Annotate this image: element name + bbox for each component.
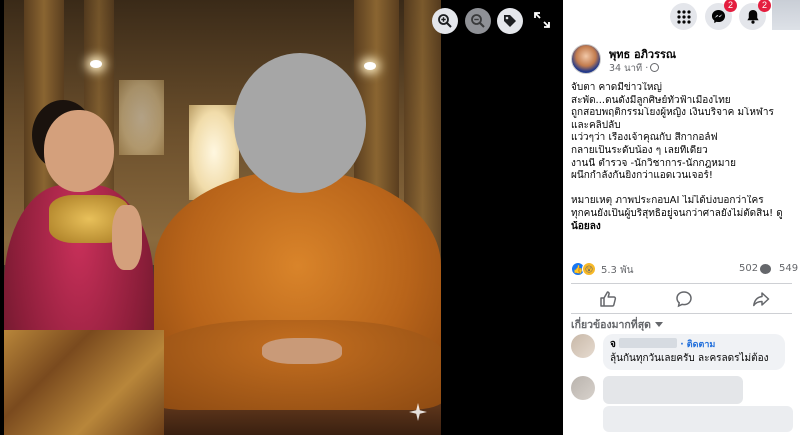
ceiling-lamp [90, 60, 102, 68]
blurred-comment [603, 376, 743, 404]
commenter-avatar[interactable] [571, 376, 595, 400]
bell-icon [746, 9, 759, 24]
divider [571, 283, 792, 284]
magnifier-minus-icon [471, 14, 485, 28]
comment-bubble: จ · ติดตาม ลุ้นกันทุกวันเลยครับ ละครลดรไ… [603, 334, 785, 370]
messenger-button[interactable]: 2 [705, 0, 737, 30]
comment-sort-label: เกี่ยวข้องมากที่สุด [571, 319, 651, 331]
post-text-line: งานนี้ ตำรวจ -นักวิชาการ-นักกฎหมาย [571, 157, 736, 169]
monk-hands [262, 338, 342, 364]
zoom-out-button[interactable] [465, 8, 491, 34]
share-arrow-icon [753, 292, 770, 307]
notifications-badge: 2 [758, 0, 771, 12]
follow-link[interactable]: · ติดตาม [680, 340, 715, 350]
blurred-face [234, 53, 366, 193]
menu-button[interactable] [670, 3, 697, 30]
reactions-summary[interactable]: 👍 😮 5.3 พัน 502 549 [571, 262, 800, 278]
tag-photo-button[interactable] [497, 8, 523, 34]
profile-avatar[interactable] [772, 0, 800, 30]
post-text-spacer [571, 183, 799, 196]
monk-robe-lap [149, 320, 441, 410]
notifications-button[interactable]: 2 [739, 0, 771, 30]
comment-sort-dropdown[interactable]: เกี่ยวข้องมากที่สุด [571, 316, 663, 333]
post-text-line: และคลิปลับ [571, 119, 621, 131]
post-text-line: ถูกสอบพฤติกรรมโยงผู้หญิง เงินบริจาค มโหฬ… [571, 107, 774, 119]
globe-icon [650, 63, 660, 72]
post-header: พุทธ อภิวรรณ 34 นาที · [571, 44, 796, 76]
messenger-badge: 2 [724, 0, 737, 12]
post-panel: 2 2 พุทธ อภิวรรณ 34 นาที · จับตา คาดมีข่… [563, 0, 800, 435]
top-bar: 2 2 [563, 0, 800, 35]
post-timestamp[interactable]: 34 นาที · [609, 61, 660, 76]
post-text-line: จับตา คาดมีข่าวใหญ่ [571, 82, 662, 93]
woman-praying-hands [112, 205, 142, 270]
post-text-line: หมายเหตุ ภาพประกอบAI ไม่ได้บ่งบอกว่าใคร [571, 195, 764, 207]
woman-face [44, 110, 114, 192]
chevron-down-icon [654, 322, 663, 327]
commenter-avatar[interactable] [571, 334, 595, 358]
reaction-count[interactable]: 5.3 พัน [601, 263, 634, 278]
zoom-in-button[interactable] [432, 8, 458, 34]
comment-item-blurred [571, 376, 796, 435]
post-text-line: สะพัด...ดนดังมีลูกศิษย์ทั่วฟ้าเมืองไทย [571, 94, 731, 106]
author-avatar[interactable] [571, 44, 601, 74]
magnifier-plus-icon [438, 14, 452, 28]
comment-count[interactable]: 502 [739, 263, 758, 274]
messenger-icon [711, 9, 726, 24]
ai-sparkle-icon [409, 403, 427, 421]
share-count[interactable]: 549 [779, 263, 798, 274]
temple-window [119, 80, 164, 155]
commenter-name[interactable]: จ [610, 339, 616, 350]
post-time-text: 34 นาที · [609, 63, 649, 74]
blurred-commenter-name [619, 338, 678, 348]
expand-arrows-icon[interactable] [532, 10, 552, 30]
ceiling-lamp [364, 62, 376, 70]
photo-viewer [0, 0, 563, 435]
comment-item: จ · ติดตาม ลุ้นกันทุกวันเลยครับ ละครลดรไ… [571, 334, 796, 374]
share-button[interactable] [752, 290, 770, 308]
post-text-line: กลายเป็นระดับน้อง ๆ เลยทีเดียว [571, 144, 708, 156]
blurred-comment [603, 406, 793, 432]
like-button[interactable] [599, 290, 617, 308]
thumbs-up-icon [600, 291, 617, 307]
divider [571, 313, 792, 314]
post-actions [571, 286, 792, 312]
post-photo[interactable] [4, 0, 441, 435]
tag-icon [504, 15, 516, 27]
comment-button[interactable] [675, 290, 693, 308]
wow-reaction-icon: 😮 [582, 262, 596, 276]
grid-menu-icon [676, 9, 691, 24]
post-text-line: ทุกคนยังเป็นผู้บริสุทธิ์อยู่จนกว่าศาลยัง… [571, 207, 783, 219]
see-less-link[interactable]: น้อยลง [571, 221, 799, 234]
comment-text: ลุ้นกันทุกวันเลยครับ ละครลดรไม่ต้อง [610, 353, 769, 364]
post-text: จับตา คาดมีข่าวใหญ่ สะพัด...ดนดังมีลูกศิษ… [571, 82, 799, 233]
comment-bubble-icon [676, 291, 692, 308]
post-text-line: ผนึกกำลังกันยิ่งกว่าแอดเวนเจอร์! [571, 170, 713, 182]
post-text-line: แว่วๆว่า เรื่องเจ้าคุณกับ สีกากอล์ฟ [571, 132, 718, 144]
comment-count-icon [760, 264, 771, 274]
woman-skirt [4, 330, 164, 435]
